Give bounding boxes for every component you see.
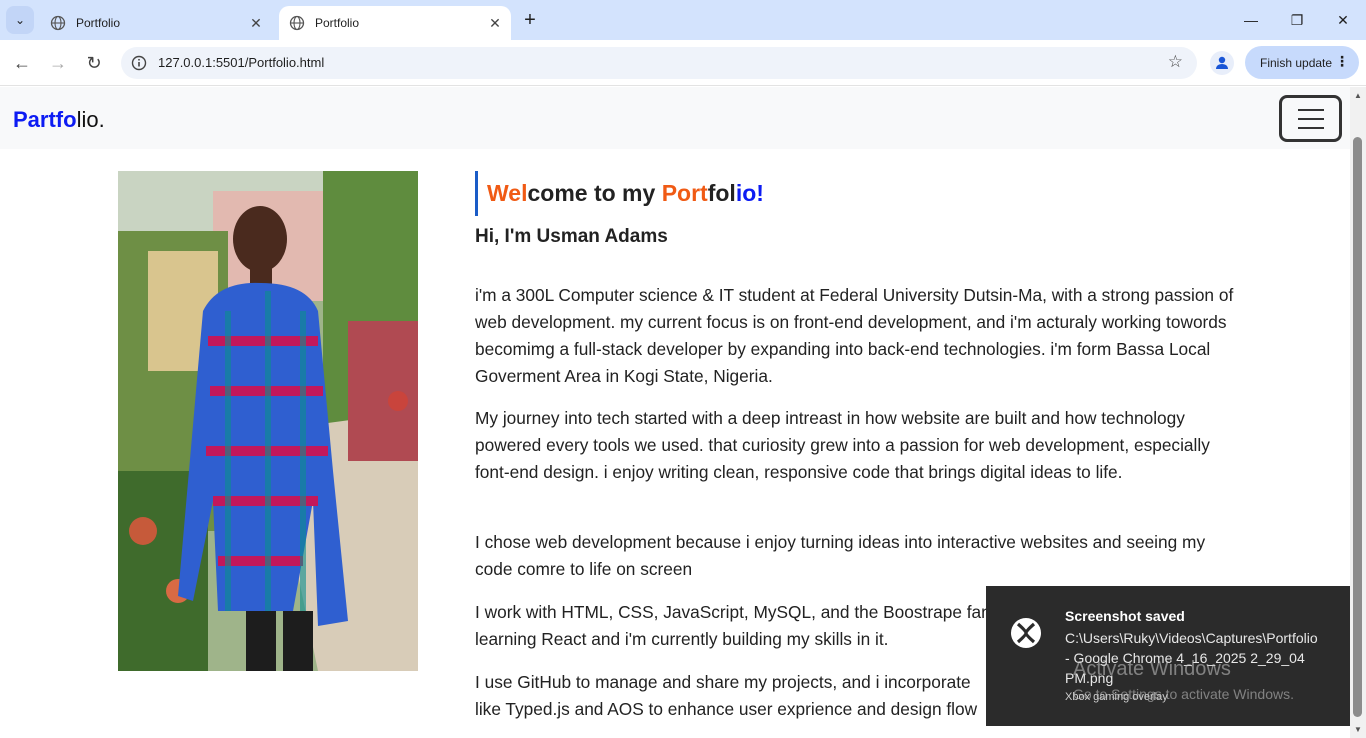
tab-title: Portfolio <box>76 16 121 30</box>
close-icon[interactable]: ✕ <box>485 13 505 33</box>
forward-button[interactable]: → <box>44 49 72 77</box>
welcome-part-1: Wel <box>487 180 528 206</box>
tab-search-button[interactable]: ⌄ <box>6 6 34 34</box>
page-scrollbar[interactable]: ▲ ▼ <box>1350 87 1366 738</box>
welcome-heading: Welcome to my Portfolio! <box>475 171 764 216</box>
about-paragraph-1: i'm a 300L Computer science & IT student… <box>475 285 1234 386</box>
window-close-button[interactable]: ✕ <box>1320 6 1366 34</box>
screenshot-notification[interactable]: Screenshot saved C:\Users\Ruky\Videos\Ca… <box>986 586 1350 726</box>
hamburger-icon <box>1297 108 1324 111</box>
url-text: 127.0.0.1:5501/Portfolio.html <box>158 55 325 70</box>
welcome-part-4: fol <box>707 180 736 206</box>
profile-photo <box>118 171 418 671</box>
more-vert-icon: ⋮ <box>1335 53 1349 69</box>
greeting-heading: Hi, I'm Usman Adams <box>475 226 668 247</box>
brand-rest: lio. <box>76 107 105 132</box>
welcome-part-3: Port <box>661 180 708 206</box>
site-brand[interactable]: Partfolio. <box>13 107 105 133</box>
finish-update-button[interactable]: Finish update ⋮ <box>1245 46 1359 79</box>
address-bar[interactable]: 127.0.0.1:5501/Portfolio.html ☆ <box>121 47 1197 79</box>
close-icon[interactable]: ✕ <box>246 13 266 33</box>
person-icon <box>1216 56 1228 69</box>
about-paragraph-3: I chose web development because i enjoy … <box>475 532 1206 579</box>
scroll-down-icon[interactable]: ▼ <box>1354 725 1362 734</box>
globe-icon <box>50 15 66 31</box>
browser-toolbar: ← → ↻ 127.0.0.1:5501/Portfolio.html ☆ Fi… <box>0 40 1366 86</box>
minimize-button[interactable]: — <box>1228 6 1274 34</box>
back-button[interactable]: ← <box>8 49 36 77</box>
brand-bold: Partfo <box>13 107 77 132</box>
scroll-up-icon[interactable]: ▲ <box>1354 91 1362 100</box>
globe-icon <box>289 15 305 31</box>
menu-toggle-button[interactable] <box>1279 95 1342 142</box>
tab-title: Portfolio <box>315 16 360 30</box>
site-info-icon[interactable] <box>131 55 147 71</box>
finish-update-label: Finish update <box>1260 55 1333 70</box>
chevron-down-icon: ⌄ <box>14 13 26 27</box>
profile-button[interactable] <box>1210 51 1234 75</box>
new-tab-button[interactable]: + <box>518 8 542 32</box>
bookmark-star-icon[interactable]: ☆ <box>1168 52 1183 72</box>
activate-windows-hint: Go to Settings to activate Windows. <box>1073 686 1294 702</box>
site-navbar: Partfolio. <box>0 87 1350 149</box>
activate-windows-watermark: Activate Windows <box>1073 658 1231 680</box>
tab-portfolio-2[interactable]: Portfolio ✕ <box>279 6 511 40</box>
xbox-icon <box>1011 618 1041 648</box>
reload-button[interactable]: ↻ <box>80 49 108 77</box>
welcome-part-2: come to my <box>527 180 662 206</box>
restore-button[interactable]: ❐ <box>1274 6 1320 34</box>
welcome-part-5: io! <box>735 180 764 206</box>
tab-strip: ⌄ Portfolio ✕ Portfolio ✕ + — ❐ ✕ <box>0 0 1366 40</box>
about-paragraph-2: My journey into tech started with a deep… <box>475 408 1210 482</box>
scrollbar-thumb[interactable] <box>1353 137 1362 717</box>
tab-portfolio-1[interactable]: Portfolio ✕ <box>40 6 272 40</box>
notification-title: Screenshot saved <box>1065 608 1185 624</box>
